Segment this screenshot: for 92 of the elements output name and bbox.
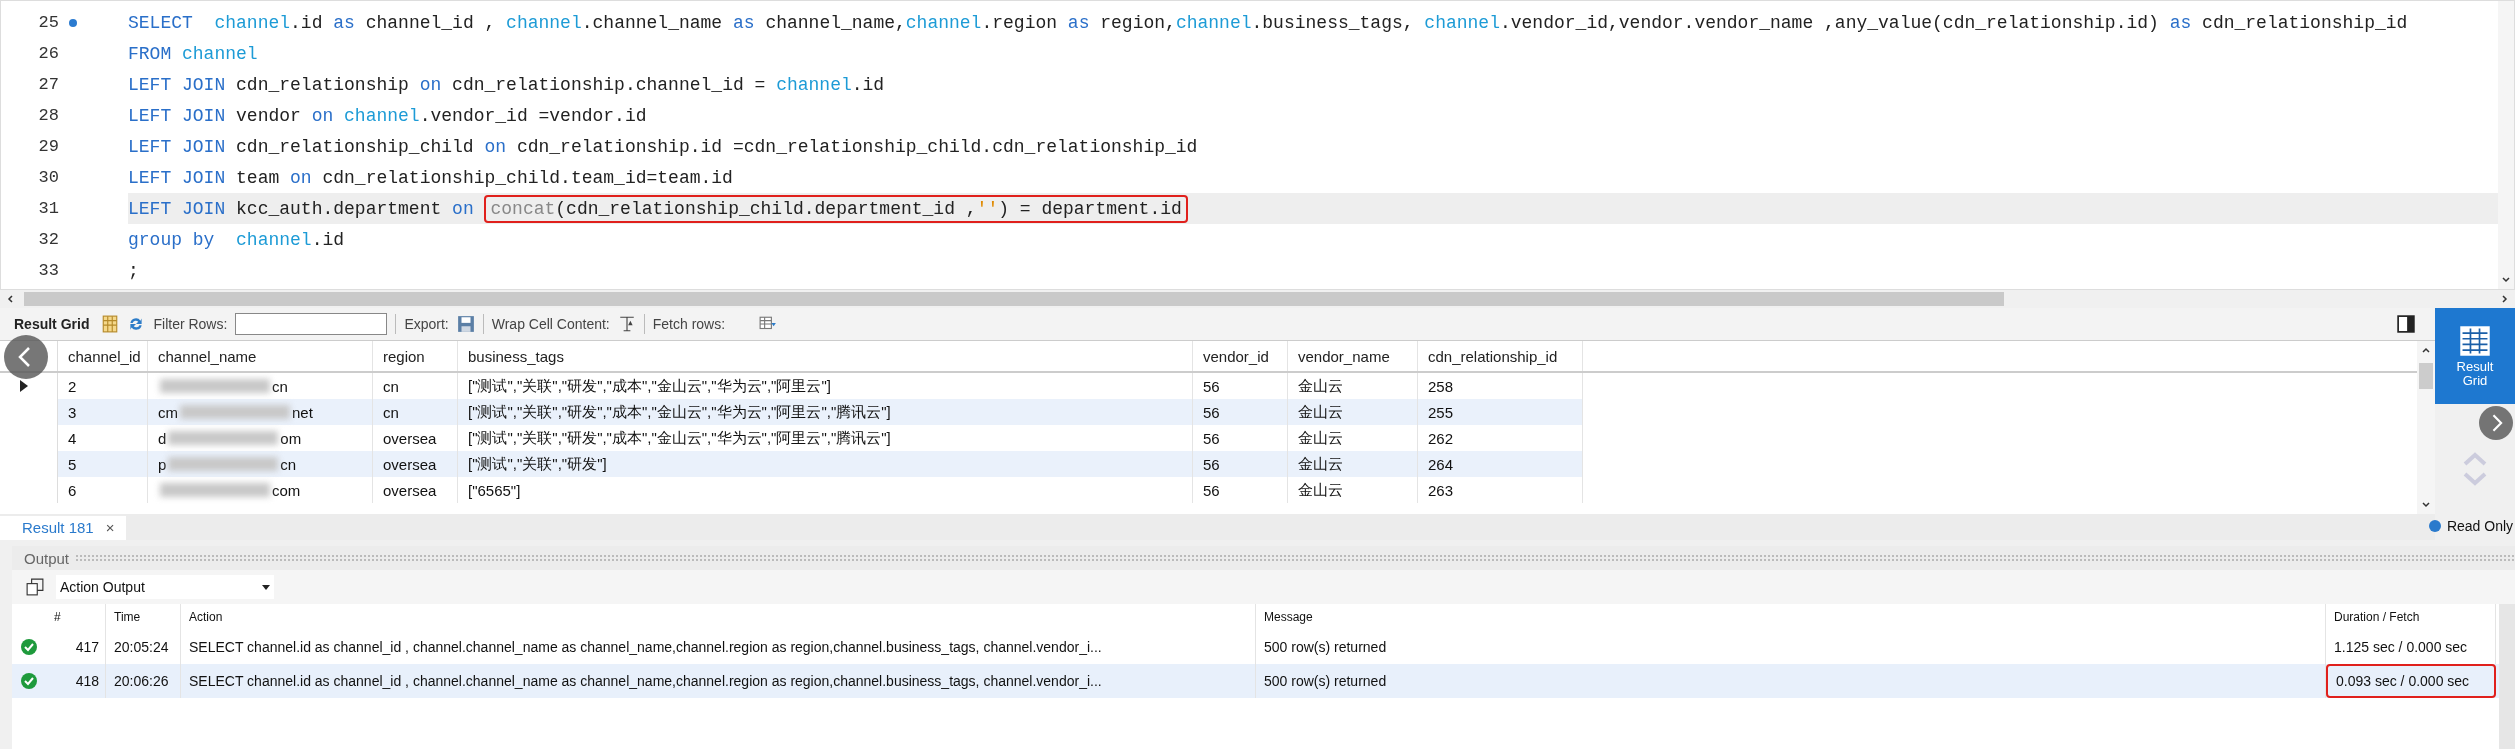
toggle-panel-icon[interactable]: [2397, 315, 2415, 333]
column-header[interactable]: Action: [181, 604, 1256, 630]
table-cell: 263: [1418, 477, 1583, 503]
table-cell: 20:06:26: [106, 664, 181, 698]
read-only-label: Read Only: [2446, 518, 2514, 534]
column-header[interactable]: cdn_relationship_id: [1418, 341, 1583, 371]
table-cell: 56: [1193, 477, 1288, 503]
column-header[interactable]: vendor_id: [1193, 341, 1288, 371]
result-tab[interactable]: Result 181 ×: [0, 516, 127, 540]
table-cell: oversea: [373, 477, 458, 503]
result-grid-button[interactable]: Result Grid: [2435, 308, 2515, 404]
table-cell: 56: [1193, 451, 1288, 477]
column-header[interactable]: channel_id: [58, 341, 148, 371]
export-label: Export:: [404, 316, 449, 332]
table-cell: oversea: [373, 451, 458, 477]
code-line: group by channel.id: [128, 228, 346, 252]
filter-rows-field[interactable]: [235, 313, 388, 335]
scrollbar[interactable]: [2498, 1, 2514, 289]
table-cell: 金山云: [1288, 477, 1418, 503]
table-cell: net: [292, 403, 313, 421]
line-number: 29: [37, 136, 59, 158]
column-header[interactable]: Message: [1256, 604, 2326, 630]
table-cell: cn: [373, 399, 458, 425]
table-cell: SELECT channel.id as channel_id , channel.channel_name as channel_name,channel.region as region,channel.business_tags, channel.vendor_i...: [181, 664, 1256, 698]
scrollbar[interactable]: [2417, 341, 2435, 514]
caret-icon: [262, 584, 270, 590]
scrollbar-thumb[interactable]: [2419, 363, 2433, 389]
code-line: SELECT channel.id as channel_id , channel.channel_name as channel_name,channel.region as region,channel.business_tags, channel.vendor_id,vendor.vendor_name ,any_value(cdn_relationship.id) as cdn_relationship_id: [128, 11, 2409, 35]
table-cell: 金山云: [1288, 451, 1418, 477]
line-number: 31: [37, 198, 59, 220]
line-number: 33: [37, 260, 59, 282]
column-header[interactable]: channel_name: [148, 341, 373, 371]
scroll-left-icon[interactable]: [6, 294, 16, 304]
column-header[interactable]: region: [373, 341, 458, 371]
result-grid-label: Result Grid: [14, 316, 90, 332]
table-cell: 56: [1193, 399, 1288, 425]
table-cell: p: [158, 455, 167, 473]
table-cell: cm: [158, 403, 178, 421]
column-header[interactable]: Time: [106, 604, 181, 630]
grid-icon[interactable]: [101, 315, 120, 333]
wrap-cell-content-label: Wrap Cell Content:: [491, 316, 610, 332]
output-type-dropdown[interactable]: Action Output: [56, 575, 274, 599]
line-number: 28: [37, 105, 59, 127]
code-line: LEFT JOIN team on cdn_relationship_child.team_id=team.id: [128, 166, 734, 190]
close-tab-button[interactable]: ×: [105, 519, 115, 536]
save-icon[interactable]: [456, 315, 475, 333]
wrap-text-icon[interactable]: [617, 315, 636, 333]
table-cell: 6: [58, 477, 148, 503]
table-cell: 3: [58, 399, 148, 425]
table-cell: cn: [280, 455, 297, 473]
table-cell: ["6565"]: [458, 477, 1193, 503]
column-header[interactable]: #: [46, 604, 106, 630]
table-cell: 255: [1418, 399, 1583, 425]
scroll-down-icon[interactable]: [2421, 500, 2431, 510]
table-cell: ["测试","关联","研发","成本","金山云","华为云","阿里云","腾讯云"]: [458, 399, 1193, 425]
table-cell: 金山云: [1288, 399, 1418, 425]
table-cell: 264: [1418, 451, 1583, 477]
scroll-down-icon[interactable]: [2501, 275, 2511, 285]
code-line: LEFT JOIN cdn_relationship_child on cdn_relationship.id =cdn_relationship_child.cdn_relationship_id: [128, 135, 1199, 159]
table-cell: 1.125 sec / 0.000 sec: [2326, 630, 2496, 664]
scrollbar-thumb[interactable]: [24, 292, 2004, 306]
success-icon: [21, 639, 37, 655]
copy-icon[interactable]: [26, 578, 44, 596]
table-cell: 0.093 sec / 0.000 sec: [2326, 664, 2496, 698]
line-number: 25: [37, 12, 59, 34]
table-cell: 418: [46, 664, 106, 698]
line-number: 32: [37, 229, 59, 251]
success-icon: [21, 673, 37, 689]
scroll-right-icon[interactable]: [2499, 294, 2509, 304]
line-number: 30: [37, 167, 59, 189]
line-number: 26: [37, 43, 59, 65]
table-cell: om: [280, 429, 302, 447]
code-line: LEFT JOIN cdn_relationship on cdn_relationship.channel_id = channel.id: [128, 73, 886, 97]
code-line: LEFT JOIN vendor on channel.vendor_id =vendor.id: [128, 104, 648, 128]
table-cell: cn: [272, 377, 288, 395]
table-cell: ["测试","关联","研发"]: [458, 451, 1193, 477]
column-header[interactable]: vendor_name: [1288, 341, 1418, 371]
table-cell: d: [158, 429, 167, 447]
table-cell: 5: [58, 451, 148, 477]
grid-icon: [2458, 323, 2492, 358]
table-cell: com: [272, 481, 301, 499]
fetch-rows-label: Fetch rows:: [652, 316, 726, 332]
filter-rows-label: Filter Rows:: [153, 316, 228, 332]
line-number: 27: [37, 74, 59, 96]
table-cell: 500 row(s) returned: [1256, 664, 2326, 698]
column-header[interactable]: business_tags: [458, 341, 1193, 371]
code-line: FROM channel: [128, 42, 259, 66]
scrollbar[interactable]: [2499, 604, 2515, 749]
output-panel-title: Output: [24, 549, 70, 567]
scroll-up-icon[interactable]: [2421, 345, 2431, 355]
column-header[interactable]: Duration / Fetch: [2326, 604, 2496, 630]
code-line: ;: [128, 259, 140, 283]
